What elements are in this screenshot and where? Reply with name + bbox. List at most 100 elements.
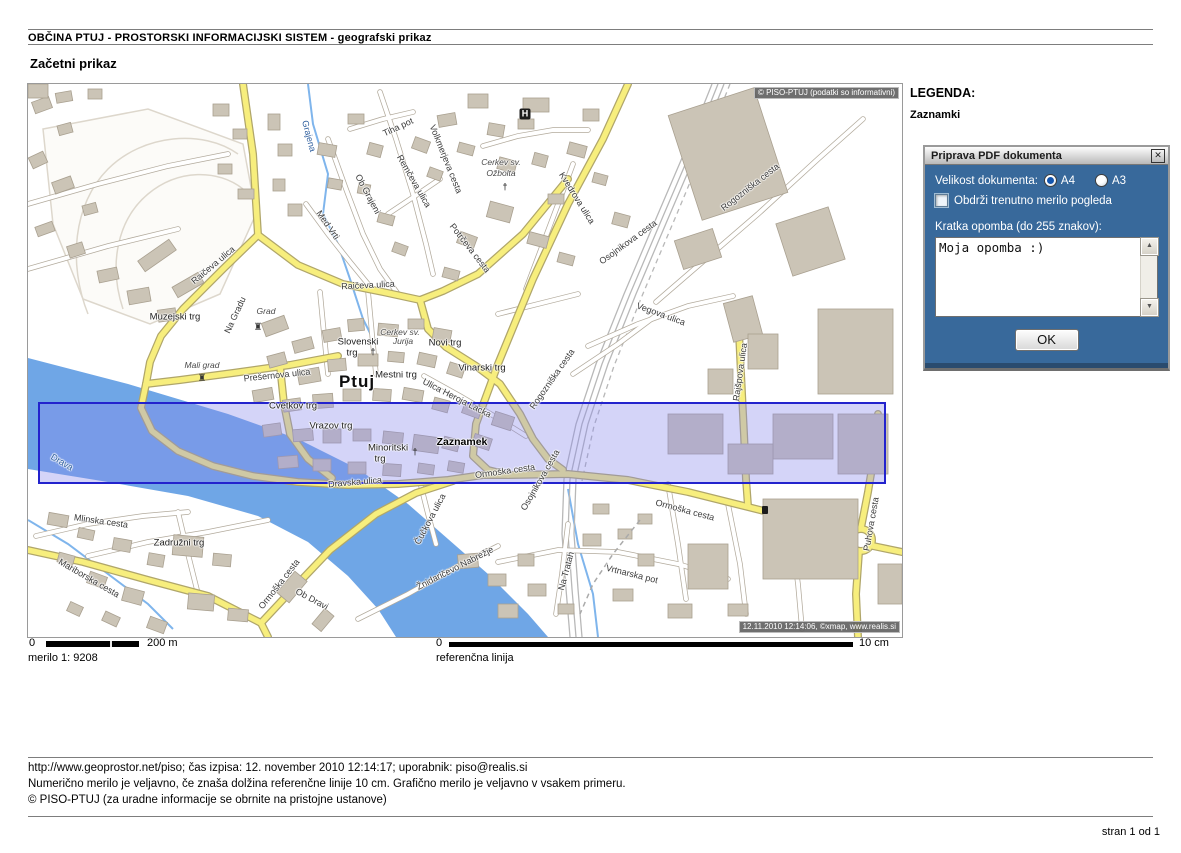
map-label: Zadružni trg <box>154 538 205 549</box>
building <box>583 109 599 121</box>
footer-rule-bottom <box>28 816 1153 817</box>
map-label: Vrazov trg <box>310 421 353 432</box>
map-label: Jurija <box>393 336 413 346</box>
close-icon[interactable]: ✕ <box>1151 149 1165 163</box>
building <box>558 604 574 614</box>
map-label: Grad <box>257 306 276 316</box>
keep-scale-label: Obdrži trenutno merilo pogleda <box>954 195 1112 207</box>
refline-zero: 0 <box>436 637 442 649</box>
radio-option-a3[interactable]: A3 <box>1095 174 1126 187</box>
building <box>147 553 165 568</box>
header-rule-bottom <box>28 44 1153 45</box>
footer-line3: © PISO-PTUJ (za uradne informacije se ob… <box>28 794 387 806</box>
building <box>388 351 405 362</box>
building <box>88 89 102 99</box>
building <box>437 113 457 128</box>
building <box>518 554 534 566</box>
ok-button[interactable]: OK <box>1015 329 1079 351</box>
refline-bar <box>449 642 853 647</box>
building <box>373 388 392 401</box>
building <box>348 318 365 331</box>
building <box>112 538 132 553</box>
building <box>618 529 632 539</box>
building <box>613 589 633 601</box>
legend-title: LEGENDA: <box>910 86 975 100</box>
map-label: Ožbolta <box>486 168 515 178</box>
note-text[interactable]: Moja opomba :) <box>939 240 1139 314</box>
map-label: trg <box>374 454 385 465</box>
note-textarea[interactable]: Moja opomba :) ▲ ▼ <box>935 237 1158 317</box>
castle-icon: ♜ <box>254 323 263 333</box>
building <box>583 534 601 546</box>
building <box>218 164 232 174</box>
scalebar-left-max: 200 m <box>147 637 178 649</box>
building <box>763 499 858 579</box>
building <box>518 119 534 129</box>
building <box>278 144 292 156</box>
building <box>187 593 214 611</box>
radio-a4-icon[interactable] <box>1044 174 1057 187</box>
map-label: Mali grad <box>185 360 220 370</box>
building <box>668 604 692 618</box>
building <box>268 114 280 130</box>
scroll-up-icon[interactable]: ▲ <box>1141 238 1158 255</box>
textarea-scrollbar[interactable]: ▲ ▼ <box>1140 238 1157 316</box>
refline-max: 10 cm <box>859 637 889 649</box>
map-copyright-top: © PISO-PTUJ (podatki so informativni) <box>754 87 899 99</box>
building <box>708 369 733 394</box>
document-size-label: Velikost dokumenta: <box>935 175 1038 187</box>
building <box>638 514 652 524</box>
map-canvas[interactable]: GrajenaTiha potVolkmerjeva cestaRemčeva … <box>28 84 902 637</box>
church-icon: † <box>370 348 375 357</box>
map-label: Minoritski <box>368 443 408 454</box>
scalebar-left-zero: 0 <box>29 637 35 649</box>
page-indicator: stran 1 od 1 <box>1102 826 1160 838</box>
building <box>638 554 654 566</box>
dialog-title-bar[interactable]: Priprava PDF dokumenta ✕ <box>925 147 1168 165</box>
building <box>213 104 229 116</box>
footer-line1: http://www.geoprostor.net/piso; čas izpi… <box>28 762 527 774</box>
scalebar-left-bar <box>46 641 139 647</box>
print-preview-page: OBČINA PTUJ - PROSTORSKI INFORMACIJSKI S… <box>0 0 1181 853</box>
building <box>213 553 232 567</box>
map-label: trg <box>346 348 357 359</box>
scroll-down-icon[interactable]: ▼ <box>1141 299 1158 316</box>
building <box>328 358 347 372</box>
building <box>593 504 609 514</box>
map-label: Cvetkov trg <box>269 401 317 412</box>
building <box>468 94 488 108</box>
building <box>288 204 302 216</box>
selection-label: Zaznamek <box>437 436 488 448</box>
map-timestamp: 12.11.2010 12:14:06, ©xmap, www.realis.s… <box>739 621 900 633</box>
keep-scale-checkbox[interactable] <box>935 194 948 207</box>
building <box>488 574 506 586</box>
map-label: Muzejski trg <box>150 312 201 323</box>
map-label: Cerkev sv. <box>481 157 521 167</box>
building <box>28 84 48 98</box>
radio-option-a4[interactable]: A4 <box>1044 174 1075 187</box>
app-header: OBČINA PTUJ - PROSTORSKI INFORMACIJSKI S… <box>28 32 432 44</box>
building <box>327 178 343 190</box>
page-title: Začetni prikaz <box>30 56 117 71</box>
building <box>688 544 728 589</box>
building <box>238 189 254 199</box>
hospital-icon: H <box>520 109 531 120</box>
map-label: Vinarski trg <box>458 363 505 374</box>
building <box>548 194 564 204</box>
building <box>233 129 247 139</box>
radio-a4-label: A4 <box>1061 175 1075 187</box>
building <box>487 123 505 138</box>
note-label: Kratka opomba (do 255 znakov): <box>935 221 1158 233</box>
building <box>228 608 249 622</box>
building <box>317 143 337 158</box>
city-label: Ptuj <box>339 372 375 392</box>
church-icon: † <box>502 183 507 192</box>
map-label: Novi trg <box>429 338 462 349</box>
building <box>748 334 778 369</box>
building <box>498 604 518 618</box>
footer-rule-top <box>28 757 1153 758</box>
pdf-dialog: Priprava PDF dokumenta ✕ Velikost dokume… <box>923 145 1170 371</box>
scale-caption: merilo 1: 9208 <box>28 652 98 664</box>
radio-a3-icon[interactable] <box>1095 174 1108 187</box>
building <box>818 309 893 394</box>
